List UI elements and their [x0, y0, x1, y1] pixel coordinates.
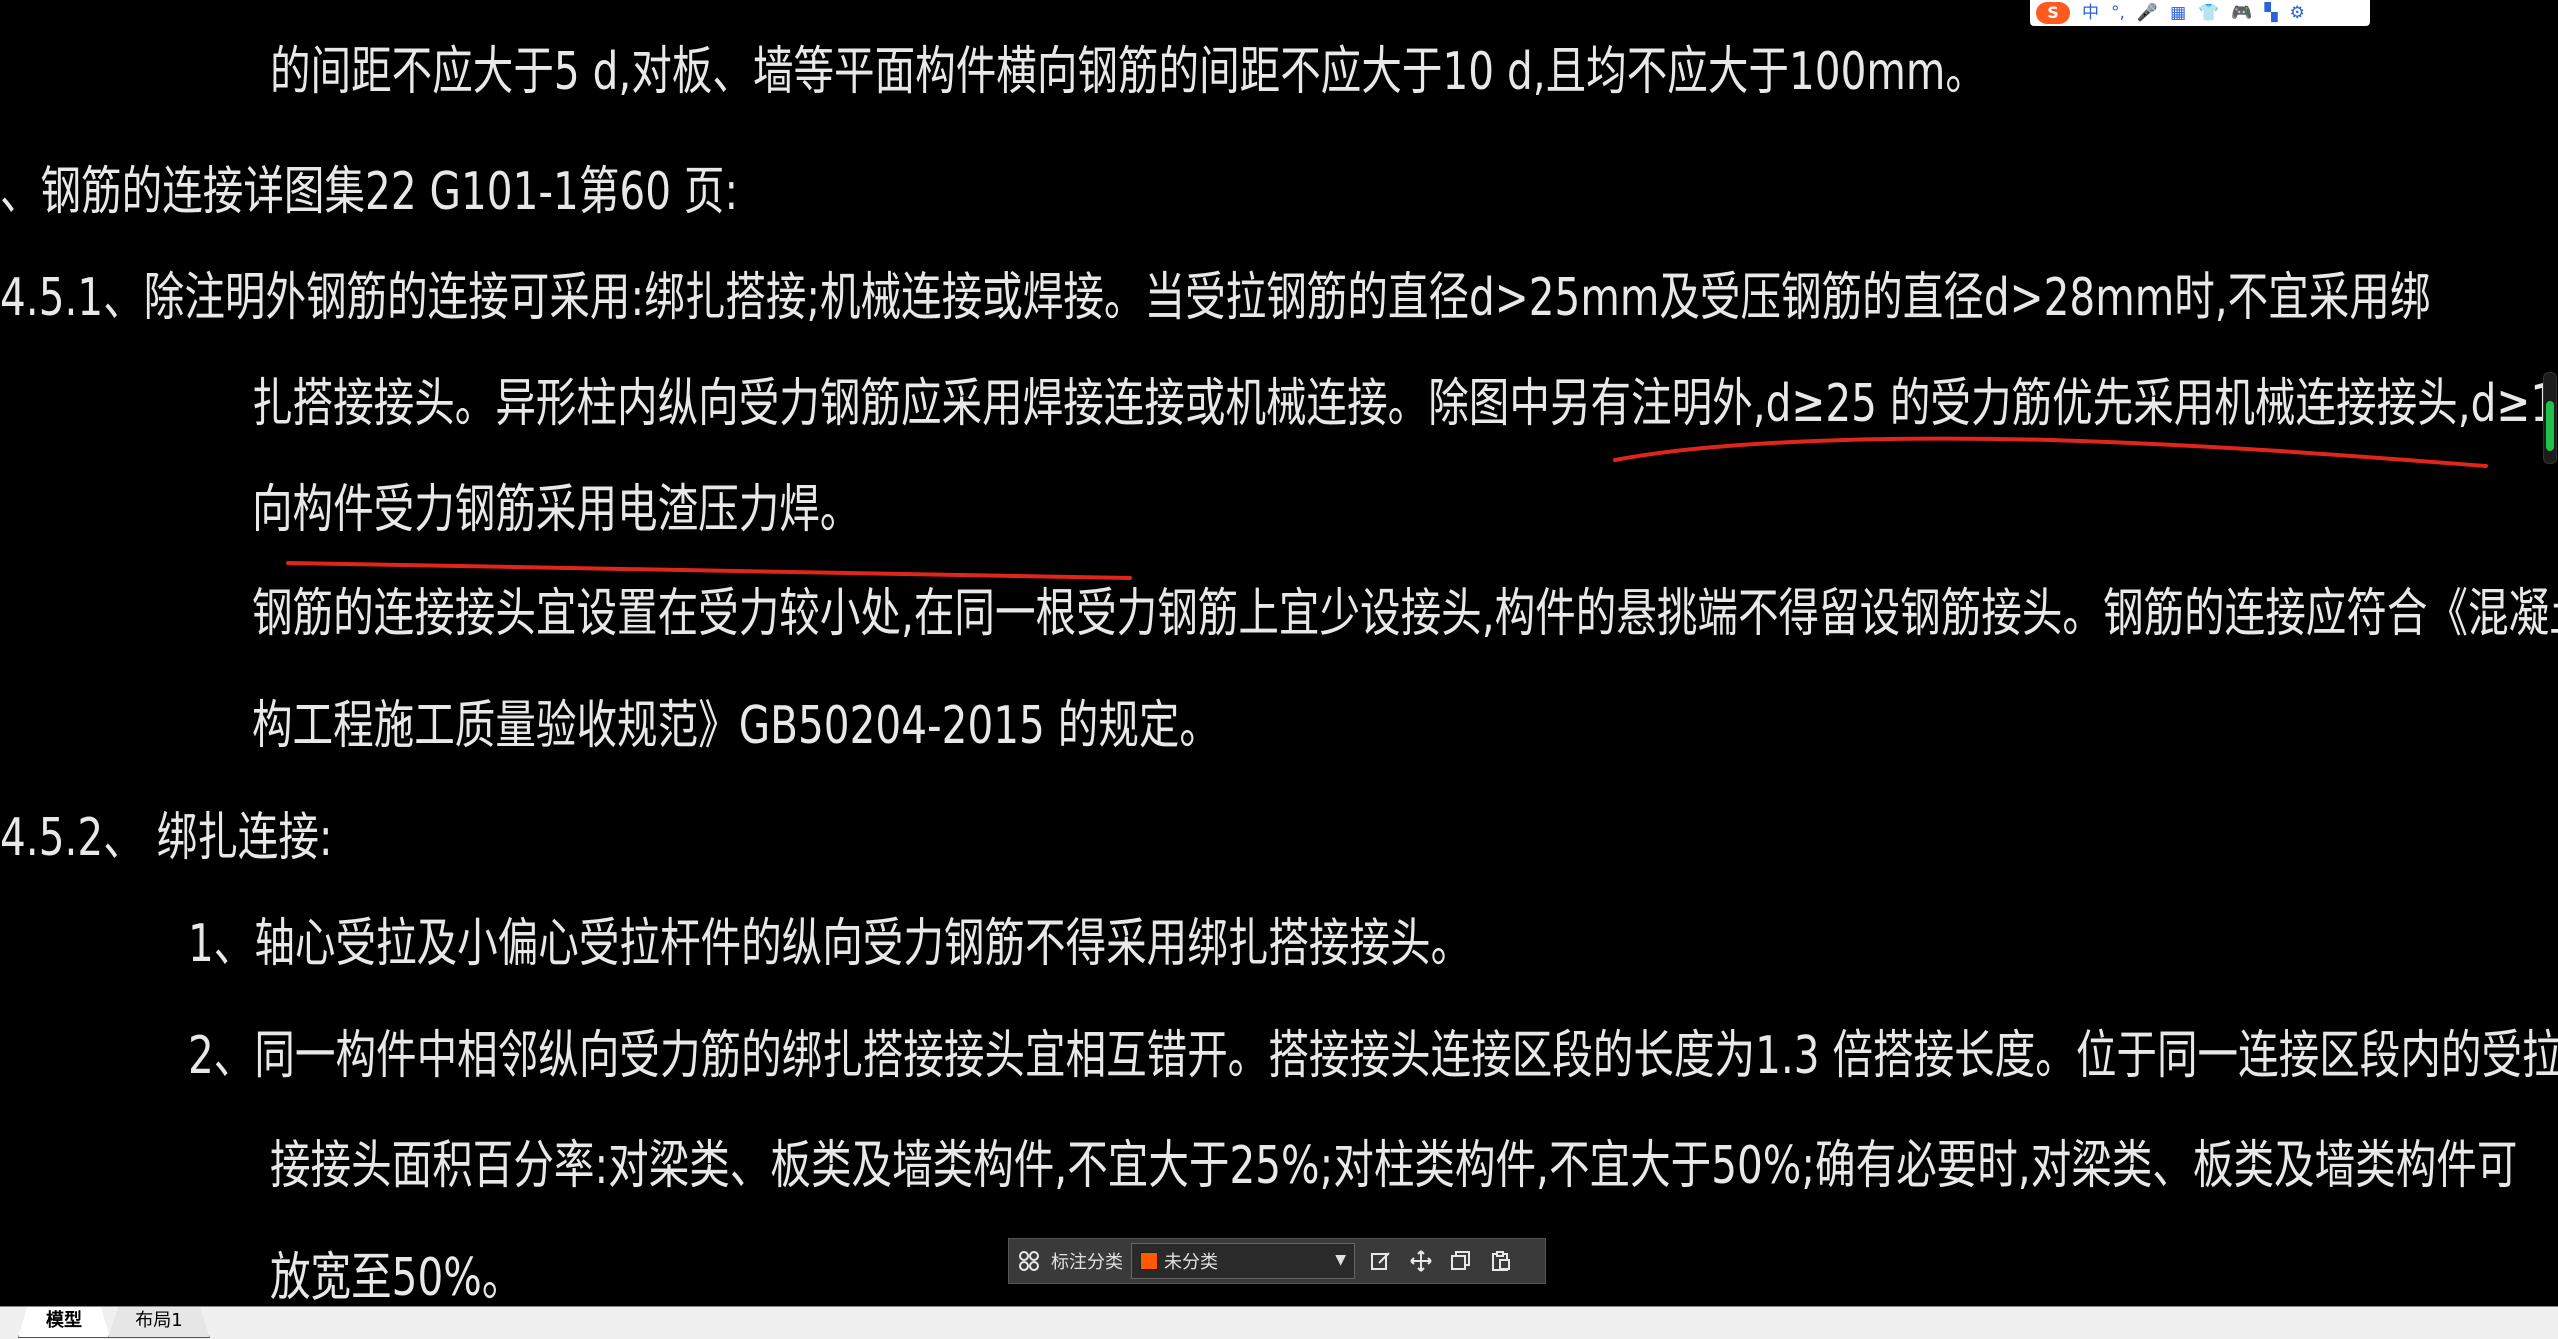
doc-line: 向构件受力钢筋采用电渣压力焊。: [252, 480, 861, 540]
tab-model[interactable]: 模型: [18, 1307, 110, 1338]
annotation-category-toolbar: 标注分类 未分类 ▼: [1008, 1238, 1546, 1284]
grid-apps-icon[interactable]: [1009, 1239, 1049, 1283]
category-color-swatch: [1140, 1252, 1158, 1270]
skin-icon[interactable]: 👕: [2198, 1, 2219, 25]
doc-line: 4.5.1、除注明外钢筋的连接可采用:绑扎搭接;机械连接或焊接。当受拉钢筋的直径…: [0, 268, 2431, 328]
cad-canvas[interactable]: 的间距不应大于5 d,对板、墙等平面构件横向钢筋的间距不应大于10 d,且均不应…: [0, 0, 2558, 1339]
category-label: 标注分类: [1051, 1252, 1123, 1273]
ime-toolbar[interactable]: S 中 °, 🎤 ▦ 👕 🎮 ▚ ⚙: [2030, 0, 2370, 26]
sogou-logo-icon[interactable]: S: [2036, 2, 2070, 24]
settings-icon[interactable]: ⚙: [2290, 1, 2305, 25]
copy-icon[interactable]: [1441, 1239, 1481, 1283]
doc-line: 的间距不应大于5 d,对板、墙等平面构件横向钢筋的间距不应大于10 d,且均不应…: [270, 42, 1986, 102]
toolbox-icon[interactable]: ▚: [2264, 1, 2277, 25]
underline-stroke-1: [1613, 436, 2488, 468]
doc-line: 、钢筋的连接详图集22 G101-1第60 页:: [0, 162, 739, 222]
punctuation-toggle[interactable]: °,: [2111, 1, 2125, 25]
keyboard-icon[interactable]: ▦: [2170, 1, 2186, 25]
category-select[interactable]: 未分类 ▼: [1131, 1243, 1355, 1279]
doc-line: 4.5.2、 绑扎连接:: [0, 808, 333, 868]
doc-line: 接接头面积百分率:对梁类、板类及墙类构件,不宜大于25%;对柱类构件,不宜大于5…: [270, 1136, 2518, 1196]
doc-line: 2、同一构件中相邻纵向受力筋的绑扎搭接接头宜相互错开。搭接接头连接区段的长度为1…: [188, 1026, 2558, 1086]
layout-tabs-bar: 模型 布局1: [0, 1306, 2558, 1339]
tab-layout1[interactable]: 布局1: [108, 1307, 210, 1338]
chevron-down-icon: ▼: [1335, 1252, 1346, 1268]
paste-icon[interactable]: [1481, 1239, 1521, 1283]
game-icon[interactable]: 🎮: [2231, 1, 2252, 25]
microphone-icon[interactable]: 🎤: [2137, 1, 2158, 25]
underline-stroke-2: [286, 561, 1132, 580]
doc-line: 钢筋的连接接头宜设置在受力较小处,在同一根受力钢筋上宜少设接头,构件的悬挑端不得…: [252, 584, 2558, 644]
input-mode-toggle[interactable]: 中: [2082, 1, 2099, 25]
doc-line: 构工程施工质量验收规范》GB50204-2015 的规定。: [252, 696, 1221, 756]
edit-icon[interactable]: [1361, 1239, 1401, 1283]
doc-line: 1、轴心受拉及小偏心受拉杆件的纵向受力钢筋不得采用绑扎搭接接头。: [188, 914, 1472, 974]
vertical-scroll-indicator[interactable]: [2543, 372, 2557, 464]
move-icon[interactable]: [1401, 1239, 1441, 1283]
scroll-thumb[interactable]: [2546, 401, 2554, 451]
doc-line: 放宽至50%。: [270, 1248, 523, 1308]
doc-line: 扎搭接接头。异形柱内纵向受力钢筋应采用焊接连接或机械连接。除图中另有注明外,d≥…: [252, 374, 2558, 434]
selected-category-text: 未分类: [1164, 1252, 1218, 1273]
